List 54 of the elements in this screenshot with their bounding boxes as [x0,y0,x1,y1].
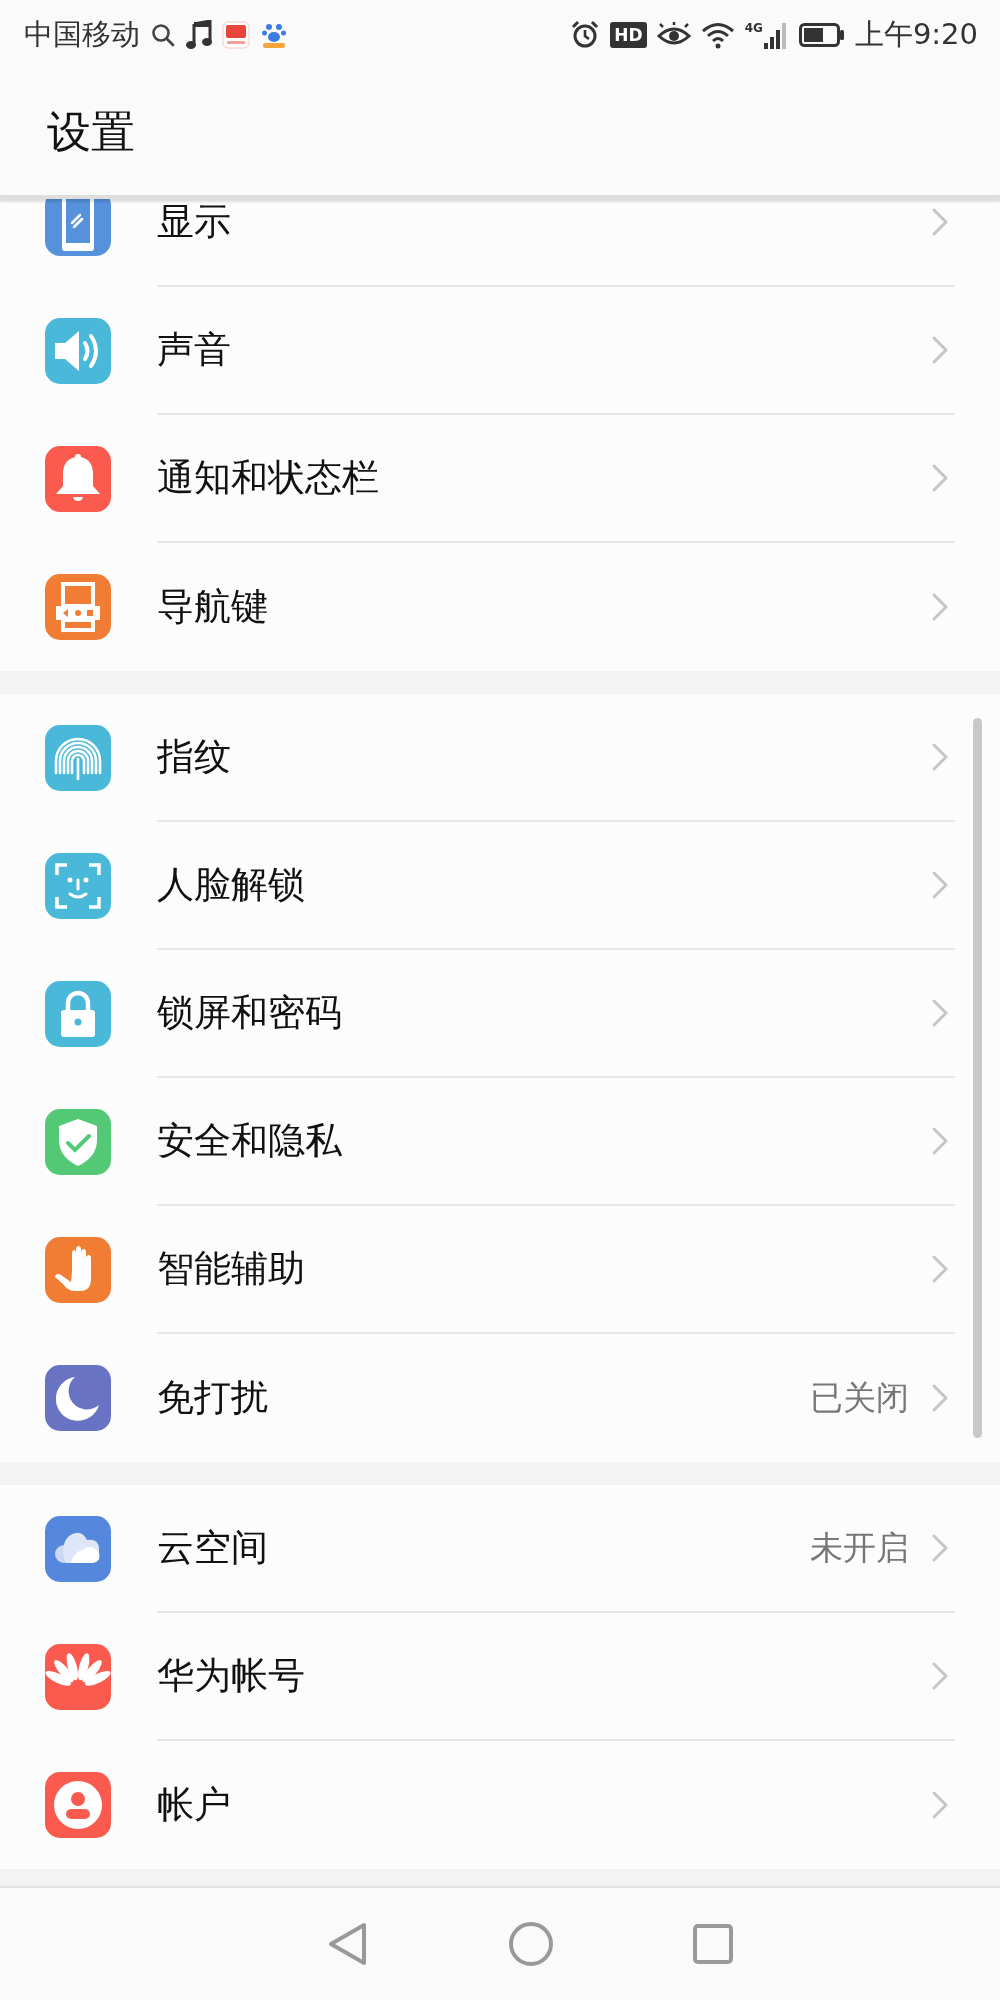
chevron-right-icon [931,742,949,772]
status-value: 未开启 [810,1526,909,1569]
status-value: 已关闭 [810,1376,909,1419]
hand-icon [45,1237,111,1303]
chevron-right-icon [931,1661,949,1691]
chevron-right-icon [931,998,949,1028]
wifi-icon [700,21,735,49]
carrier-name: 中国移动 [24,16,140,53]
page-title: 设置 [47,105,135,159]
settings-item[interactable]: 显示 [0,199,1000,287]
settings-item[interactable]: 智能辅助 [0,1206,1000,1334]
hd-badge: HD [610,22,647,48]
settings-item[interactable]: 帐户 [0,1741,1000,1869]
chevron-right-icon [931,335,949,365]
settings-item[interactable]: 云空间 未开启 [0,1485,1000,1613]
settings-item[interactable]: 华为帐号 [0,1613,1000,1741]
settings-item[interactable]: 通知和状态栏 [0,415,1000,543]
chevron-right-icon [931,1254,949,1284]
eye-icon [656,22,691,48]
face-scan-icon [45,853,111,919]
petals-icon [45,1644,111,1710]
chevron-right-icon [931,1533,949,1563]
lock-icon [45,981,111,1047]
settings-item[interactable]: 免打扰 已关闭 [0,1334,1000,1462]
chevron-right-icon [931,1790,949,1820]
settings-item[interactable]: 锁屏和密码 [0,950,1000,1078]
scrollbar[interactable] [973,718,982,1438]
shield-check-icon [45,1109,111,1175]
chevron-right-icon [931,1126,949,1156]
moon-icon [45,1365,111,1431]
settings-item[interactable]: 声音 [0,287,1000,415]
clock-time: 上午9:20 [854,16,978,53]
chevron-right-icon [931,463,949,493]
battery-icon [798,22,845,48]
settings-item[interactable]: 导航键 [0,543,1000,671]
network-type: 4G [744,21,763,35]
app-icon [222,21,250,49]
bell-icon [45,446,111,512]
cloud-icon [45,1516,111,1582]
paw-icon [260,21,288,49]
signal-icon [762,21,789,49]
fingerprint-icon [45,725,111,791]
speaker-icon [45,318,111,384]
music-note-icon [186,20,212,50]
chevron-right-icon [931,870,949,900]
settings-item[interactable]: 指纹 [0,694,1000,822]
settings-item[interactable]: 人脸解锁 [0,822,1000,950]
chevron-right-icon [931,592,949,622]
person-icon [45,1772,111,1838]
chevron-right-icon [931,1383,949,1413]
chevron-right-icon [931,207,949,237]
settings-item[interactable]: 安全和隐私 [0,1078,1000,1206]
search-icon [150,22,176,48]
alarm-icon [570,20,601,50]
